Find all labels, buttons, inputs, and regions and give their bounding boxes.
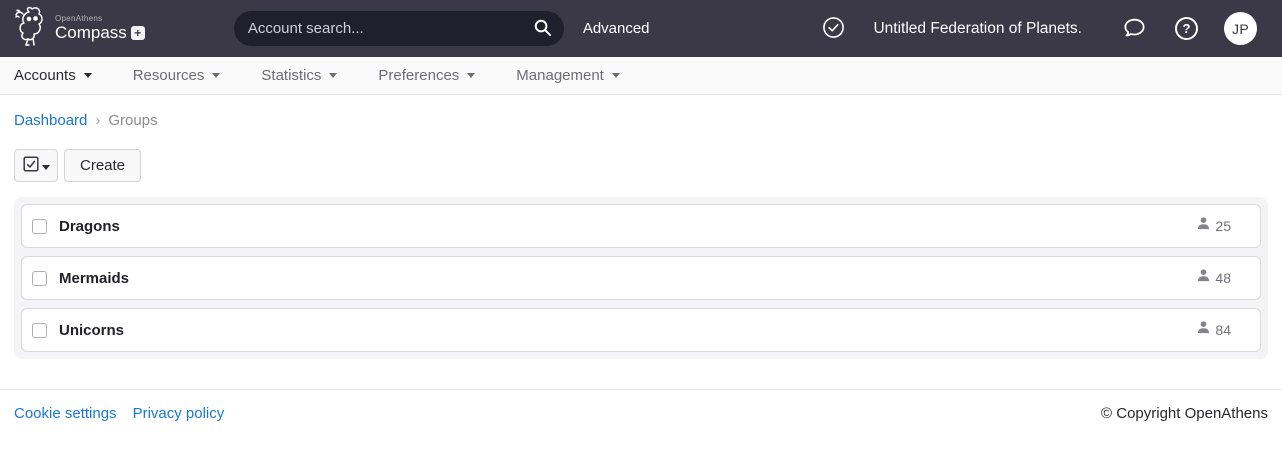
status-check-button[interactable] [822, 16, 845, 42]
top-header: OpenAthens Compass + Advanced [0, 0, 1282, 57]
group-name: Unicorns [59, 321, 125, 339]
person-icon [1196, 320, 1211, 340]
federation-name: Untitled Federation of Planets. [873, 19, 1082, 37]
breadcrumb-current: Groups [108, 112, 158, 129]
nav-item-management[interactable]: Management [516, 67, 620, 84]
search-icon [533, 18, 552, 40]
chat-button[interactable] [1122, 15, 1147, 43]
group-checkbox[interactable] [32, 322, 47, 338]
group-name: Mermaids [59, 269, 130, 287]
nav-item-label: Statistics [261, 67, 322, 84]
footer: Cookie settings Privacy policy © Copyrig… [0, 390, 1282, 436]
breadcrumb-separator-icon: › [95, 112, 101, 129]
main-nav: Accounts Resources Statistics Preference… [0, 57, 1282, 95]
group-member-count: 84 [1215, 322, 1231, 338]
group-row-dragons[interactable]: Dragons 25 [21, 204, 1261, 248]
group-member-count: 48 [1215, 270, 1231, 286]
nav-item-label: Accounts [14, 67, 76, 84]
group-checkbox[interactable] [32, 218, 47, 234]
nav-item-resources[interactable]: Resources [133, 67, 221, 84]
search-button[interactable] [533, 18, 552, 40]
advanced-search-link[interactable]: Advanced [583, 20, 650, 37]
chat-icon [1122, 15, 1147, 43]
help-button[interactable]: ? [1175, 17, 1198, 40]
caret-down-icon [83, 73, 92, 78]
caret-down-icon [329, 73, 338, 78]
groups-list-panel: Dragons 25 Mermaids 48 Unicorns 84 [14, 197, 1268, 359]
caret-down-icon [467, 73, 476, 78]
person-icon [1196, 216, 1211, 236]
breadcrumb: Dashboard › Groups [14, 112, 1268, 129]
group-name: Dragons [59, 217, 120, 235]
group-member-count: 25 [1215, 218, 1231, 234]
logo-brand-large: Compass [55, 22, 127, 42]
groups-toolbar: Create [14, 149, 1268, 182]
caret-down-icon [41, 157, 50, 174]
openathens-compass-logo[interactable]: OpenAthens Compass + [14, 5, 145, 52]
nav-item-label: Management [516, 67, 604, 84]
group-row-unicorns[interactable]: Unicorns 84 [21, 308, 1261, 352]
user-avatar[interactable]: JP [1224, 12, 1257, 45]
help-icon: ? [1175, 17, 1198, 40]
caret-down-icon [611, 73, 620, 78]
group-checkbox[interactable] [32, 270, 47, 286]
group-row-mermaids[interactable]: Mermaids 48 [21, 256, 1261, 300]
person-icon [1196, 268, 1211, 288]
group-member-count-group: 48 [1196, 268, 1231, 288]
account-search-box [233, 11, 564, 46]
header-right-group: Untitled Federation of Planets. ? JP [822, 12, 1257, 45]
account-search-input[interactable] [247, 20, 533, 37]
owl-logo-icon [14, 5, 50, 52]
privacy-policy-link[interactable]: Privacy policy [133, 405, 225, 422]
nav-item-label: Resources [132, 67, 205, 84]
copyright-text: © Copyright OpenAthens [1101, 404, 1268, 422]
bulk-select-dropdown-button[interactable] [14, 149, 58, 182]
check-circle-icon [822, 16, 845, 42]
group-member-count-group: 84 [1196, 320, 1231, 340]
caret-down-icon [212, 73, 221, 78]
breadcrumb-dashboard-link[interactable]: Dashboard [14, 112, 87, 129]
create-group-button[interactable]: Create [64, 149, 142, 182]
nav-item-statistics[interactable]: Statistics [261, 67, 338, 84]
group-member-count-group: 25 [1196, 216, 1231, 236]
logo-text: OpenAthens Compass + [55, 14, 145, 42]
cookie-settings-link[interactable]: Cookie settings [14, 405, 117, 422]
nav-item-label: Preferences [378, 67, 460, 84]
plus-badge-icon: + [130, 25, 145, 40]
nav-item-preferences[interactable]: Preferences [378, 67, 476, 84]
checkbox-checked-icon [22, 155, 39, 176]
nav-item-accounts[interactable]: Accounts [14, 67, 92, 84]
